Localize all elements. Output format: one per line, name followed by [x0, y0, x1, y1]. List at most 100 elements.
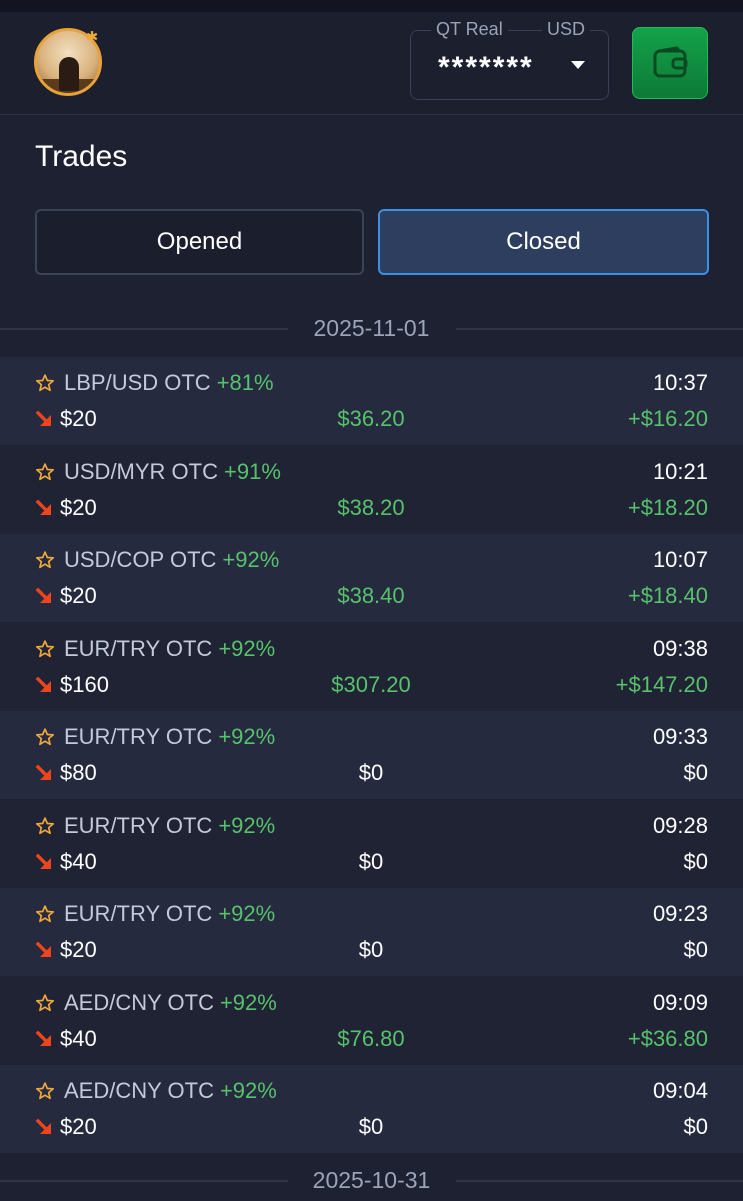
tab-closed[interactable]: Closed — [378, 209, 709, 275]
star-outline-icon[interactable] — [35, 727, 55, 747]
arrow-down-right-icon — [35, 587, 51, 603]
trade-time: 09:04 — [652, 1078, 708, 1103]
account-currency-label: USD — [541, 19, 590, 40]
trade-pair-name: USD/COP OTC — [64, 547, 217, 572]
trade-row[interactable]: USD/COP OTC +92% 10:07 $20 $38.40 +$18.40 — [0, 534, 743, 622]
trade-pair-name: AED/CNY OTC — [64, 1078, 214, 1103]
trade-payout: $307.20 — [331, 672, 411, 697]
trade-row[interactable]: USD/MYR OTC +91% 10:21 $20 $38.20 +$18.20 — [0, 446, 743, 534]
trade-pair: EUR/TRY OTC +92% — [64, 636, 275, 662]
trade-payout: $0 — [358, 1114, 384, 1139]
arrow-down-right-icon — [35, 853, 51, 869]
trade-amount: $40 — [60, 849, 97, 874]
arrow-down-right-icon — [35, 676, 51, 692]
star-outline-icon[interactable] — [35, 373, 55, 393]
arrow-down-right-icon — [35, 1118, 51, 1134]
trade-pair: AED/CNY OTC +92% — [64, 1078, 277, 1104]
trade-amount: $20 — [60, 583, 97, 608]
trade-pair: EUR/TRY OTC +92% — [64, 901, 275, 927]
trade-pair-name: EUR/TRY OTC — [64, 636, 213, 661]
wallet-button[interactable] — [632, 27, 708, 99]
date-separator: 2025-10-31 — [0, 1161, 743, 1201]
arrow-down-right-icon — [35, 499, 51, 515]
trade-pair-name: LBP/USD OTC — [64, 370, 211, 395]
trade-profit: $0 — [683, 849, 708, 874]
trade-amount: $20 — [60, 406, 97, 431]
star-outline-icon[interactable] — [35, 550, 55, 570]
app-header: ✱ QT Real USD ******* — [0, 12, 743, 115]
trade-payout-percent: +91% — [224, 459, 281, 484]
trade-payout: $0 — [358, 937, 384, 962]
trade-row[interactable]: EUR/TRY OTC +92% 09:28 $40 $0 $0 — [0, 800, 743, 888]
account-type-label: QT Real — [431, 19, 508, 40]
trade-pair: AED/CNY OTC +92% — [64, 990, 277, 1016]
trade-amount: $20 — [60, 937, 97, 962]
trade-payout-percent: +81% — [216, 370, 274, 395]
trade-pair: USD/MYR OTC +91% — [64, 459, 281, 485]
trade-row[interactable]: EUR/TRY OTC +92% 09:33 $80 $0 $0 — [0, 711, 743, 799]
trade-profit: +$18.40 — [627, 583, 708, 608]
arrow-down-right-icon — [35, 941, 51, 957]
trade-row[interactable]: AED/CNY OTC +92% 09:04 $20 $0 $0 — [0, 1065, 743, 1153]
trade-row[interactable]: LBP/USD OTC +81% 10:37 $20 $36.20 +$16.20 — [0, 357, 743, 445]
trade-profit: +$18.20 — [627, 495, 708, 520]
page-title: Trades — [35, 140, 128, 173]
date-label: 2025-11-01 — [313, 315, 430, 341]
trade-payout: $76.80 — [337, 1026, 405, 1051]
trade-payout: $36.20 — [337, 406, 405, 431]
trade-amount: $20 — [60, 1114, 97, 1139]
trade-row[interactable]: AED/CNY OTC +92% 09:09 $40 $76.80 +$36.80 — [0, 977, 743, 1065]
trade-amount: $160 — [60, 672, 109, 697]
trade-profit: +$36.80 — [627, 1026, 708, 1051]
arrow-down-right-icon — [35, 764, 51, 780]
wallet-icon — [653, 46, 688, 78]
star-outline-icon[interactable] — [35, 462, 55, 482]
trade-pair-name: EUR/TRY OTC — [64, 813, 213, 838]
trade-time: 09:38 — [652, 636, 708, 661]
date-separator: 2025-11-01 — [0, 309, 743, 349]
account-selector[interactable]: QT Real USD ******* — [410, 19, 609, 100]
trade-payout-percent: +92% — [222, 547, 280, 572]
account-balance: ******* — [438, 51, 534, 84]
star-outline-icon[interactable] — [35, 816, 55, 836]
star-outline-icon[interactable] — [35, 1081, 55, 1101]
trade-profit: $0 — [683, 1114, 708, 1139]
trade-row[interactable]: EUR/TRY OTC +92% 09:38 $160 $307.20 +$147.20 — [0, 623, 743, 711]
star-outline-icon[interactable] — [35, 639, 55, 659]
trade-time: 09:23 — [652, 901, 708, 926]
trade-pair: USD/COP OTC +92% — [64, 547, 279, 573]
trade-payout-percent: +92% — [219, 990, 277, 1015]
trade-pair-name: EUR/TRY OTC — [64, 901, 213, 926]
trade-time: 09:09 — [652, 990, 708, 1015]
trade-pair-name: USD/MYR OTC — [64, 459, 218, 484]
trade-payout: $38.40 — [337, 583, 405, 608]
trade-time: 10:07 — [652, 547, 708, 572]
trade-profit: $0 — [683, 760, 708, 785]
arrow-down-right-icon — [35, 1030, 51, 1046]
trade-pair-name: EUR/TRY OTC — [64, 724, 213, 749]
trade-payout: $0 — [358, 760, 384, 785]
arrow-down-right-icon — [35, 410, 51, 426]
trade-payout-percent: +92% — [218, 901, 276, 926]
star-outline-icon[interactable] — [35, 993, 55, 1013]
star-outline-icon[interactable] — [35, 904, 55, 924]
trade-amount: $20 — [60, 495, 97, 520]
avatar-badge-icon: ✱ — [85, 29, 99, 46]
trade-row[interactable]: EUR/TRY OTC +92% 09:23 $20 $0 $0 — [0, 888, 743, 976]
trade-payout: $0 — [358, 849, 384, 874]
trade-profit: $0 — [683, 937, 708, 962]
trade-pair: EUR/TRY OTC +92% — [64, 813, 275, 839]
trade-time: 10:37 — [652, 370, 708, 395]
trade-pair-name: AED/CNY OTC — [64, 990, 214, 1015]
trade-time: 09:33 — [652, 724, 708, 749]
trade-amount: $80 — [60, 760, 97, 785]
trade-pair: LBP/USD OTC +81% — [64, 370, 274, 396]
trade-profit: +$16.20 — [627, 406, 708, 431]
trade-payout-percent: +92% — [219, 1078, 277, 1103]
trade-amount: $40 — [60, 1026, 97, 1051]
trade-payout-percent: +92% — [218, 636, 276, 661]
trade-time: 09:28 — [652, 813, 708, 838]
trade-profit: +$147.20 — [615, 672, 708, 697]
trade-pair: EUR/TRY OTC +92% — [64, 724, 275, 750]
tab-opened[interactable]: Opened — [35, 209, 364, 275]
